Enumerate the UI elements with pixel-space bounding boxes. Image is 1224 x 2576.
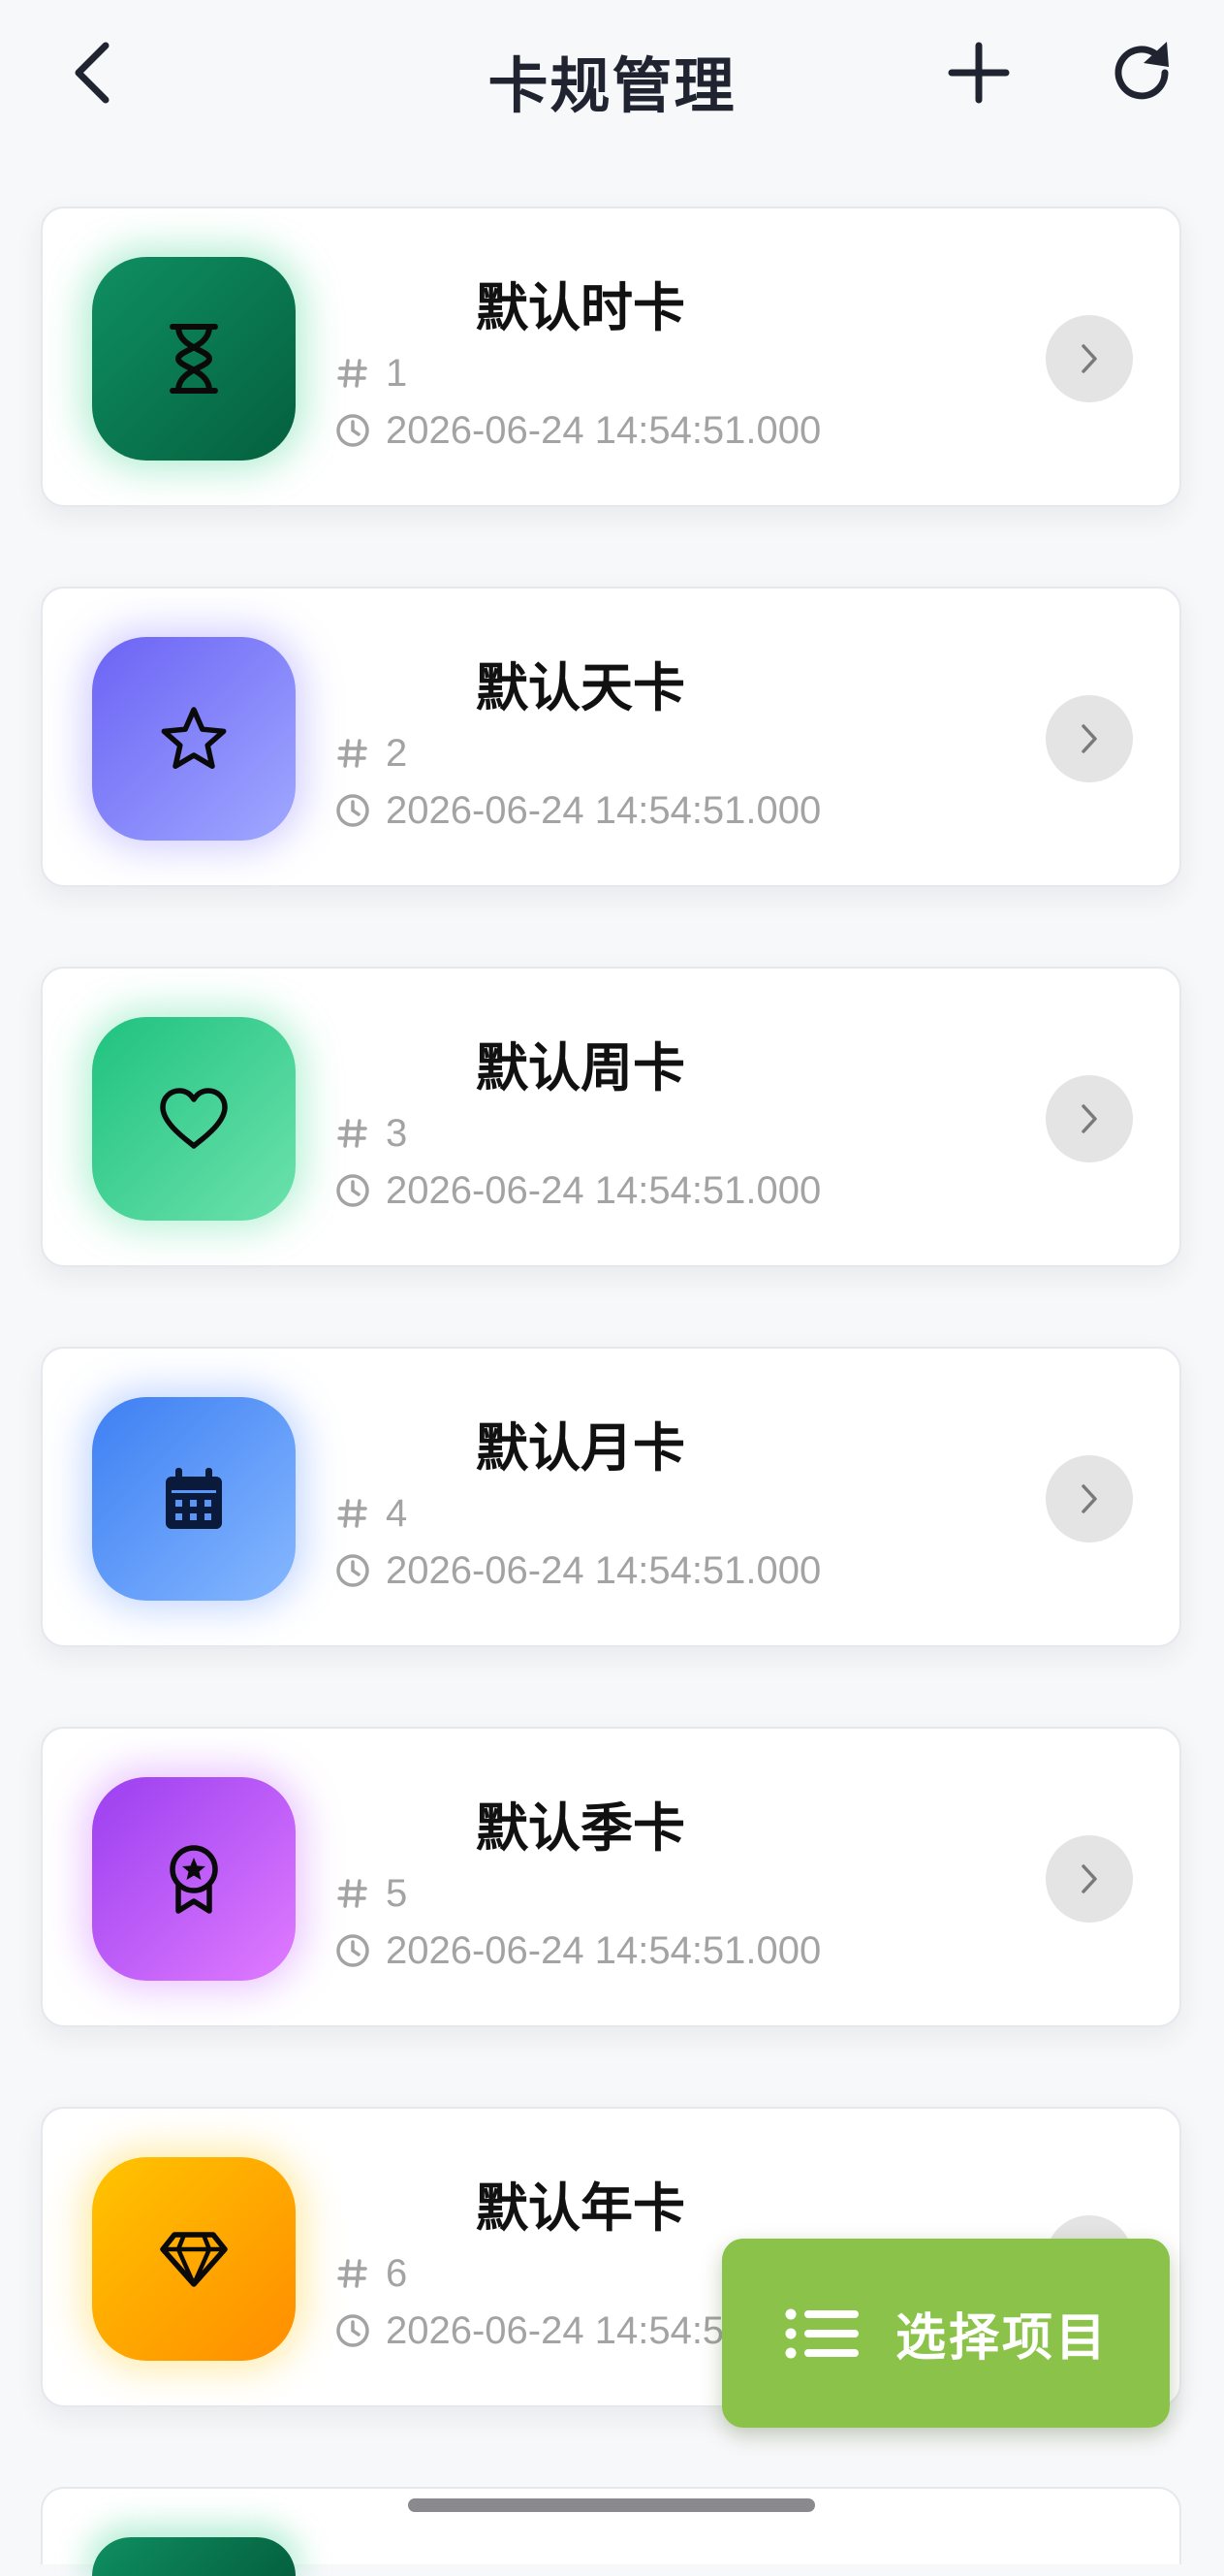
card-icon-tile <box>92 2537 296 2576</box>
add-button[interactable] <box>935 29 1022 116</box>
hourglass-icon <box>170 324 218 394</box>
card-id: 5 <box>386 1871 408 1915</box>
card-title: 默认季卡 <box>476 1797 685 1859</box>
hash-icon <box>333 2254 372 2293</box>
card-time-row: 2026-06-24 14:54:51.000 <box>333 1166 821 1215</box>
chevron-right-icon <box>1082 344 1097 373</box>
list-icon <box>785 2308 859 2358</box>
card-title: 默认周卡 <box>476 1037 685 1098</box>
card-title: 默认时卡 <box>476 277 685 338</box>
card-item[interactable]: 默认季卡 5 2026-06-24 14:54:51.000 <box>41 1727 1181 2027</box>
app-header: 卡规管理 <box>0 0 1224 155</box>
award-icon <box>170 1845 218 1914</box>
card-id-row: 2 <box>333 729 407 778</box>
card-time-row: 2026-06-24 14:54:51.000 <box>333 406 821 455</box>
home-indicator[interactable] <box>408 2498 815 2512</box>
card-title: 默认月卡 <box>476 1417 685 1479</box>
heart-icon <box>160 1088 228 1149</box>
chevron-right-icon <box>1082 1864 1097 1893</box>
hash-icon <box>333 1114 372 1153</box>
card-time-row: 2026-06-24 14:54:51.000 <box>333 1546 821 1595</box>
card-time-row: 2026-06-24 14:54:51.000 <box>333 786 821 835</box>
card-icon-tile <box>92 2157 296 2361</box>
card-id-row: 3 <box>333 1109 407 1158</box>
chevron-right-icon <box>1082 724 1097 753</box>
select-project-button[interactable]: 选择项目 <box>722 2239 1170 2428</box>
card-id-row: 4 <box>333 1489 407 1538</box>
card-id: 2 <box>386 731 408 775</box>
card-id: 1 <box>386 351 408 395</box>
card-icon-tile <box>92 1017 296 1221</box>
card-time-row: 2026-06-24 14:54:51.000 <box>333 1926 821 1975</box>
card-detail-button[interactable] <box>1046 315 1133 402</box>
card-icon-tile <box>92 1397 296 1601</box>
chevron-right-icon <box>1082 1104 1097 1133</box>
card-time: 2026-06-24 14:54:51.000 <box>386 1928 822 1972</box>
card-detail-button[interactable] <box>1046 1835 1133 1923</box>
hash-icon <box>333 1494 372 1533</box>
clock-icon <box>333 1931 372 1970</box>
card-detail-button[interactable] <box>1046 695 1133 782</box>
clock-icon <box>333 1551 372 1590</box>
page-title: 卡规管理 <box>487 50 737 121</box>
card-time: 2026-06-24 14:54:51.000 <box>386 408 822 452</box>
hash-icon <box>333 1874 372 1913</box>
clock-icon <box>333 411 372 450</box>
calendar-icon <box>166 1468 222 1529</box>
card-icon-tile <box>92 637 296 841</box>
card-id-row: 1 <box>333 349 407 398</box>
card-id: 3 <box>386 1111 408 1155</box>
card-id-row: 5 <box>333 1869 407 1918</box>
card-id: 6 <box>386 2251 408 2295</box>
clock-icon <box>333 1171 372 1210</box>
select-project-label: 选择项目 <box>894 2309 1109 2368</box>
diamond-icon <box>160 2232 228 2287</box>
refresh-icon <box>1114 42 1169 100</box>
clock-icon <box>333 2311 372 2350</box>
card-detail-button[interactable] <box>1046 1075 1133 1162</box>
card-icon-tile <box>92 257 296 461</box>
card-time: 2026-06-24 14:54:51.000 <box>386 788 822 832</box>
card-icon-tile <box>92 1777 296 1981</box>
card-id-row: 6 <box>333 2249 407 2298</box>
card-detail-button[interactable] <box>1046 1455 1133 1542</box>
card-item[interactable]: 默认时卡 1 2026-06-24 14:54:51.000 <box>41 207 1181 507</box>
star-icon <box>161 707 227 770</box>
clock-icon <box>333 791 372 830</box>
card-id: 4 <box>386 1491 408 1535</box>
card-item[interactable]: 默认天卡 2 2026-06-24 14:54:51.000 <box>41 587 1181 887</box>
card-item[interactable]: 默认周卡 3 2026-06-24 14:54:51.000 <box>41 967 1181 1267</box>
chevron-right-icon <box>1082 1484 1097 1513</box>
hash-icon <box>333 734 372 773</box>
plus-icon <box>948 42 1010 104</box>
card-time: 2026-06-24 14:54:51.000 <box>386 1168 822 1212</box>
card-item[interactable]: 默认月卡 4 2026-06-24 14:54:51.000 <box>41 1347 1181 1647</box>
refresh-button[interactable] <box>1098 29 1185 116</box>
card-time: 2026-06-24 14:54:51.000 <box>386 1548 822 1592</box>
card-title: 默认天卡 <box>476 657 685 718</box>
card-title: 默认年卡 <box>476 2178 685 2239</box>
hash-icon <box>333 354 372 393</box>
